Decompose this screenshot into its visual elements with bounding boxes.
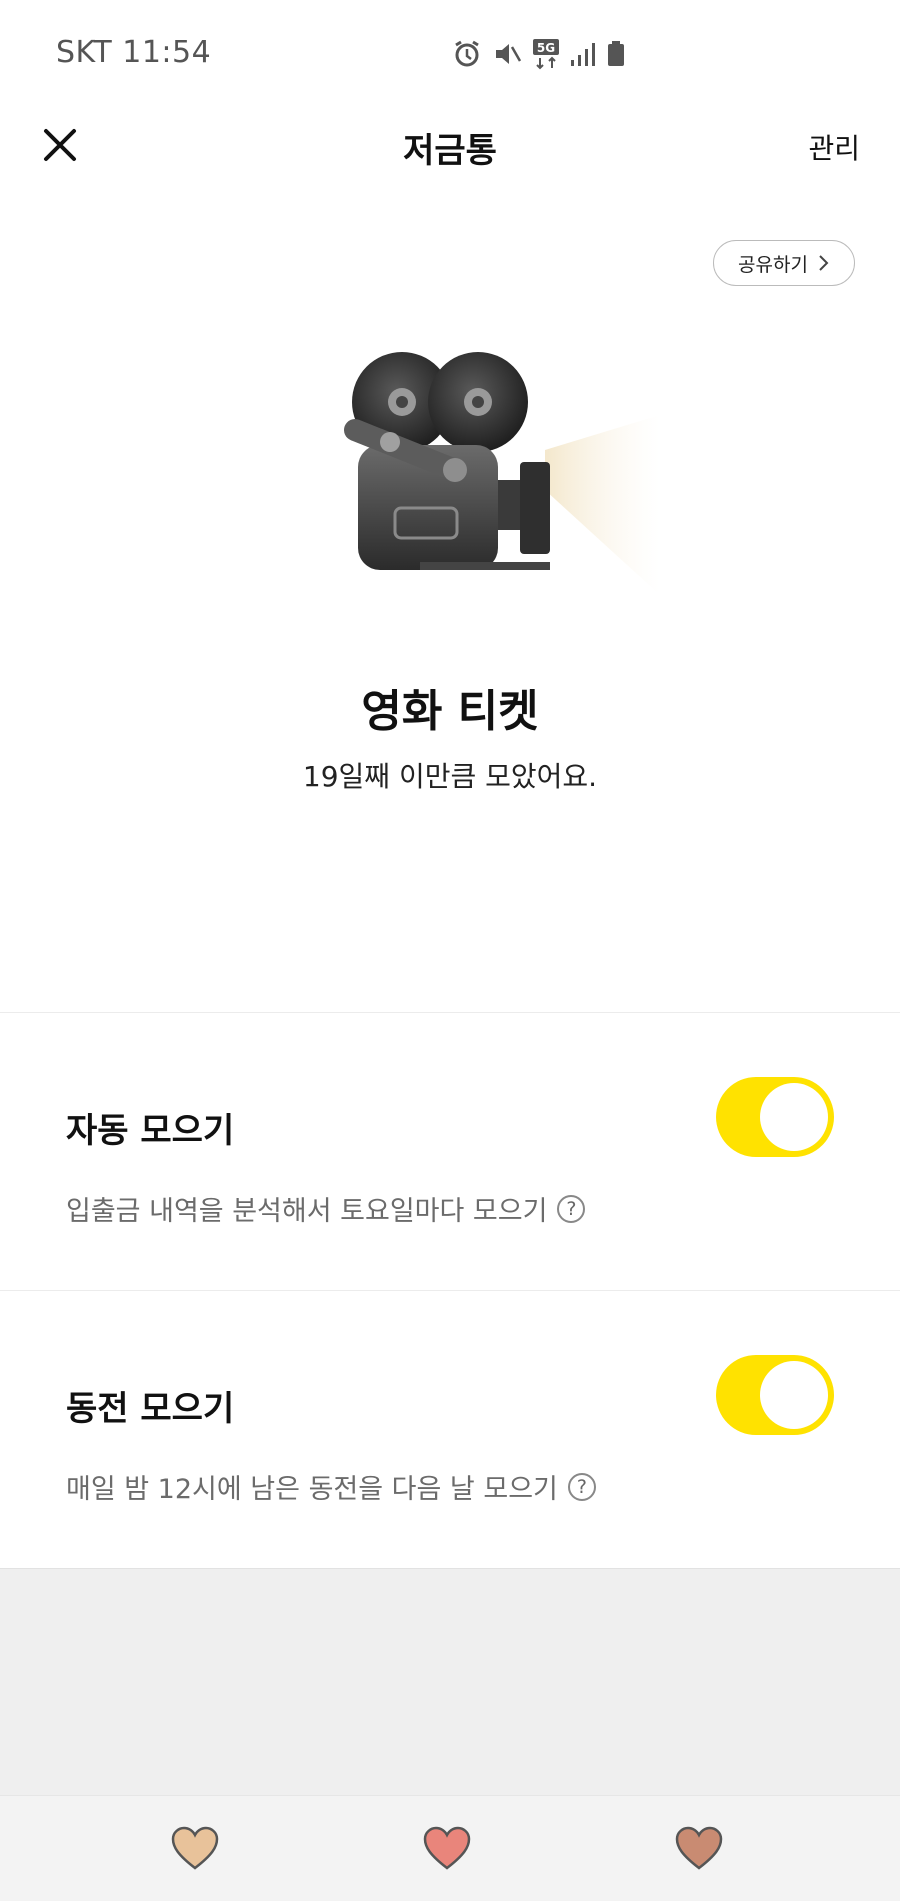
coin-save-description-text: 매일 밤 12시에 남은 동전을 다음 날 모으기	[66, 1474, 558, 1505]
toggle-knob	[760, 1083, 828, 1151]
coin-save-description: 매일 밤 12시에 남은 동전을 다음 날 모으기 ?	[66, 1467, 596, 1506]
carrier-time: SKT 11:54	[56, 35, 212, 70]
status-bar: SKT 11:54	[0, 0, 900, 105]
alarm-icon	[452, 39, 482, 69]
signal-icon	[570, 40, 596, 68]
page-title: 저금통	[403, 131, 497, 171]
goal-name: 영화 티켓	[361, 686, 539, 737]
heart-icon[interactable]	[674, 1825, 724, 1871]
coin-save-setting: 동전 모으기 매일 밤 12시에 남은 동전을 다음 날 모으기 ?	[0, 1291, 900, 1567]
manage-button[interactable]: 관리	[808, 127, 860, 167]
auto-save-setting: 자동 모으기 입출금 내역을 분석해서 토요일마다 모으기 ?	[0, 1013, 900, 1289]
network-5g-icon: 5G	[532, 38, 560, 70]
battery-icon	[606, 40, 626, 68]
heart-icon[interactable]	[170, 1825, 220, 1871]
heart-icon[interactable]	[422, 1825, 472, 1871]
svg-text:5G: 5G	[537, 41, 555, 55]
status-icons: 5G	[452, 38, 626, 70]
goal-subtitle: 19일째 이만큼 모았어요.	[302, 760, 598, 793]
share-button[interactable]: 공유하기	[713, 240, 855, 286]
help-icon[interactable]: ?	[567, 1472, 596, 1501]
auto-save-toggle[interactable]	[716, 1077, 834, 1157]
toggle-knob	[760, 1361, 828, 1429]
auto-save-description-text: 입출금 내역을 분석해서 토요일마다 모으기	[66, 1196, 548, 1227]
top-bar: 저금통 관리	[0, 105, 900, 185]
coin-save-title: 동전 모으기	[66, 1389, 235, 1429]
help-icon[interactable]: ?	[557, 1194, 586, 1223]
auto-save-title: 자동 모으기	[66, 1111, 235, 1151]
chevron-right-icon	[819, 255, 829, 271]
share-label: 공유하기	[738, 253, 808, 276]
auto-save-description: 입출금 내역을 분석해서 토요일마다 모으기 ?	[66, 1189, 586, 1228]
movie-camera-illustration	[340, 340, 680, 610]
mute-icon	[492, 39, 522, 69]
coin-save-toggle[interactable]	[716, 1355, 834, 1435]
